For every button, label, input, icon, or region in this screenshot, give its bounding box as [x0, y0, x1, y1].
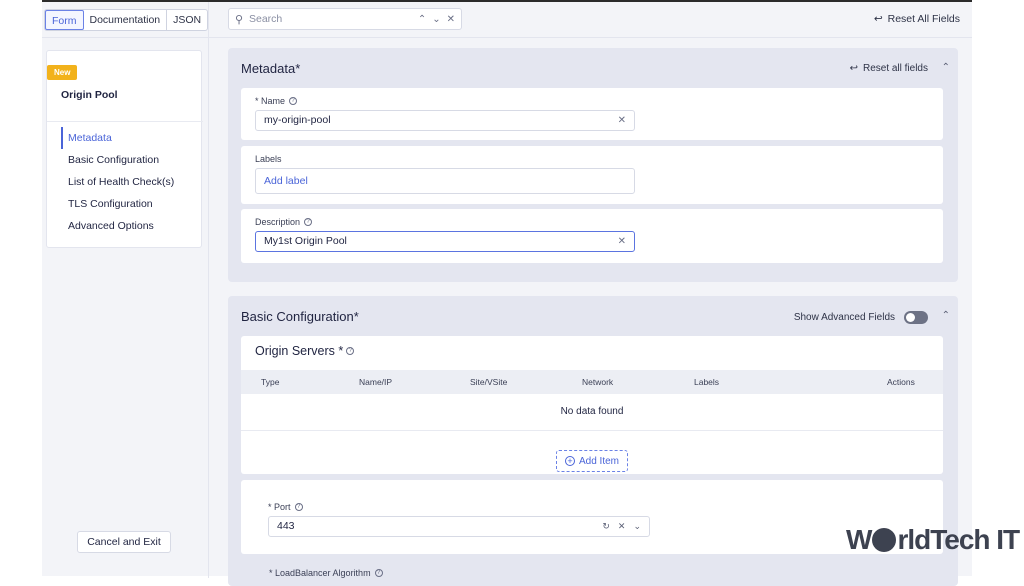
search-icon: ⚲ — [234, 13, 244, 26]
column-actions: Actions — [887, 377, 915, 387]
chevron-down-icon[interactable]: ⌄ — [432, 14, 440, 25]
description-field-label: Description — [255, 217, 301, 227]
port-label-row: * Port ? — [268, 502, 303, 512]
view-tabs: Form Documentation JSON — [44, 9, 209, 31]
basic-configuration-title: Basic Configuration* — [241, 309, 359, 324]
sidebar-item-metadata[interactable]: Metadata — [61, 127, 174, 149]
empty-table-message: No data found — [560, 406, 624, 417]
clear-icon[interactable]: ✕ — [618, 517, 626, 536]
description-input[interactable]: My1st Origin Pool ✕ — [255, 231, 635, 252]
table-divider — [241, 430, 943, 431]
add-label-placeholder: Add label — [264, 175, 308, 187]
watermark-text-left: W — [846, 524, 872, 555]
add-item-label: Add Item — [578, 455, 620, 467]
add-item-button[interactable]: + Add Item — [556, 450, 628, 472]
metadata-section: Metadata* ↩ Reset all fields ⌃ * Name ? … — [228, 48, 958, 282]
port-input-value: 443 — [277, 520, 295, 532]
labels-field-card: Labels Add label — [241, 146, 943, 204]
origin-servers-card: Origin Servers * ? Type Name/IP Site/VSi… — [241, 336, 943, 474]
search-input[interactable]: Search — [249, 13, 418, 25]
lb-algorithm-label: * LoadBalancer Algorithm — [269, 568, 371, 578]
info-icon[interactable]: ? — [289, 97, 298, 105]
info-icon[interactable]: ? — [304, 218, 313, 226]
column-site-vsite: Site/VSite — [470, 377, 508, 387]
app-window: Form Documentation JSON ⚲ Search ⌃ ⌄ ✕ ↩… — [42, 0, 972, 586]
origin-servers-title-row: Origin Servers * ? — [255, 344, 355, 358]
description-input-value: My1st Origin Pool — [264, 235, 347, 247]
table-header: Type Name/IP Site/VSite Network Labels A… — [241, 370, 943, 394]
top-bar: Form Documentation JSON ⚲ Search ⌃ ⌄ ✕ ↩… — [42, 2, 972, 38]
sidebar-item-health-checks[interactable]: List of Health Check(s) — [61, 171, 174, 193]
info-icon[interactable]: ? — [294, 503, 303, 511]
name-input-value: my-origin-pool — [264, 114, 331, 126]
worldtech-watermark-logo: WrldTech IT — [846, 524, 1020, 556]
tab-documentation[interactable]: Documentation — [84, 10, 168, 30]
undo-icon: ↩ — [873, 13, 883, 25]
tab-form[interactable]: Form — [45, 10, 84, 30]
reset-section-label: Reset all fields — [862, 63, 928, 74]
sidebar-item-basic-configuration[interactable]: Basic Configuration — [61, 149, 174, 171]
clear-icon[interactable]: ✕ — [618, 111, 626, 130]
reset-all-fields-button[interactable]: ↩ Reset All Fields — [874, 13, 960, 25]
lb-algorithm-label-row: * LoadBalancer Algorithm ? — [269, 568, 383, 578]
description-label-row: Description ? — [255, 217, 313, 227]
topbar-divider — [208, 2, 209, 38]
chevron-up-icon[interactable]: ⌃ — [942, 310, 950, 321]
name-field-label: * Name — [255, 96, 286, 106]
advanced-fields-toggle[interactable] — [904, 311, 928, 324]
sidebar-nav: Metadata Basic Configuration List of Hea… — [61, 127, 174, 237]
sidebar-item-tls-configuration[interactable]: TLS Configuration — [61, 193, 174, 215]
port-input[interactable]: 443 ↻ ✕ ⌄ — [268, 516, 650, 537]
new-badge: New — [47, 65, 78, 80]
chevron-up-icon[interactable]: ⌃ — [942, 62, 950, 73]
sidebar-divider — [47, 121, 203, 122]
refresh-icon[interactable]: ↻ — [602, 517, 610, 536]
port-controls: ↻ ✕ ⌄ — [602, 517, 641, 536]
description-field-card: Description ? My1st Origin Pool ✕ — [241, 209, 943, 263]
chevron-up-icon[interactable]: ⌃ — [418, 14, 426, 25]
column-type: Type — [261, 377, 280, 387]
reset-all-fields-label: Reset All Fields — [887, 13, 960, 25]
clear-icon[interactable]: ✕ — [618, 232, 626, 251]
origin-servers-title: Origin Servers * — [255, 344, 344, 358]
plus-circle-icon: + — [564, 456, 575, 466]
close-icon[interactable]: ✕ — [447, 14, 455, 25]
left-panel-divider — [208, 38, 209, 578]
cancel-and-exit-button[interactable]: Cancel and Exit — [77, 531, 171, 553]
watermark-text-right: rldTech IT — [897, 524, 1020, 555]
undo-icon: ↩ — [849, 63, 858, 74]
search-box[interactable]: ⚲ Search ⌃ ⌄ ✕ — [228, 8, 462, 30]
sidebar-title: Origin Pool — [61, 89, 118, 101]
name-field-card: * Name ? my-origin-pool ✕ — [241, 88, 943, 140]
chevron-down-icon[interactable]: ⌄ — [633, 517, 641, 536]
name-input[interactable]: my-origin-pool ✕ — [255, 110, 635, 131]
port-field-card: * Port ? 443 ↻ ✕ ⌄ — [241, 480, 943, 554]
tab-json[interactable]: JSON — [167, 10, 207, 30]
name-field-label-row: * Name ? — [255, 96, 298, 106]
show-advanced-fields-label: Show Advanced Fields — [793, 312, 895, 323]
column-network: Network — [582, 377, 614, 387]
column-name-ip: Name/IP — [359, 377, 393, 387]
search-nav: ⌃ ⌄ ✕ — [418, 14, 461, 25]
metadata-section-title: Metadata* — [241, 61, 301, 76]
labels-field-label: Labels — [255, 154, 282, 164]
column-labels: Labels — [694, 377, 720, 387]
sidebar-item-advanced-options[interactable]: Advanced Options — [61, 215, 174, 237]
globe-icon — [872, 528, 897, 552]
show-advanced-fields[interactable]: Show Advanced Fields — [794, 311, 928, 324]
reset-section-button[interactable]: ↩ Reset all fields — [850, 63, 928, 74]
info-icon[interactable]: ? — [346, 347, 355, 355]
sidebar: New Origin Pool Metadata Basic Configura… — [46, 50, 203, 248]
port-field-label: * Port — [268, 502, 291, 512]
labels-input[interactable]: Add label — [255, 168, 635, 194]
